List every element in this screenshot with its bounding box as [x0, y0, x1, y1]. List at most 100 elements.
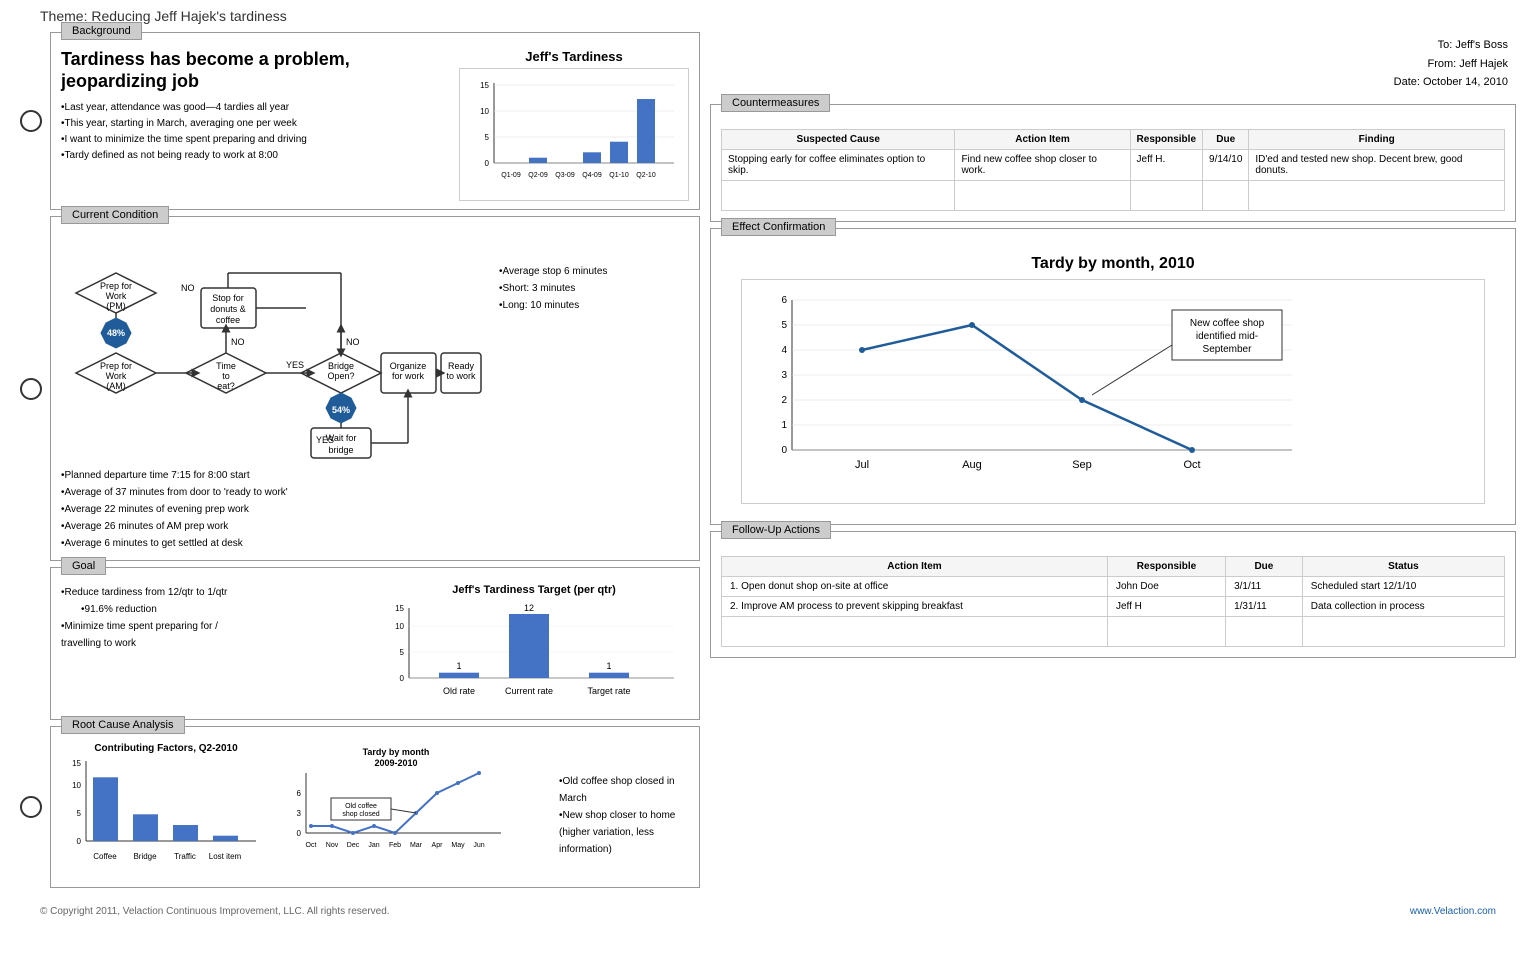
- goal-label: Goal: [61, 557, 106, 575]
- circle-marker-1: [20, 110, 42, 132]
- background-headline: Tardiness has become a problem, jeopardi…: [61, 49, 449, 92]
- svg-text:10: 10: [480, 107, 489, 116]
- svg-text:identified mid-: identified mid-: [1196, 331, 1258, 342]
- footer: © Copyright 2011, Velaction Continuous I…: [0, 898, 1536, 925]
- fu-row-1-responsible: John Doe: [1107, 577, 1225, 597]
- bg-bullet-3: •I want to minimize the time spent prepa…: [61, 132, 449, 148]
- svg-text:Dec: Dec: [347, 842, 360, 849]
- cm-col-responsible: Responsible: [1130, 130, 1202, 150]
- svg-text:Current rate: Current rate: [505, 686, 553, 696]
- svg-text:Oct: Oct: [1183, 459, 1200, 471]
- svg-text:Old rate: Old rate: [443, 686, 475, 696]
- svg-text:0: 0: [297, 829, 302, 838]
- svg-text:54%: 54%: [332, 405, 350, 415]
- svg-text:Stop for: Stop for: [212, 293, 244, 303]
- cm-row-1: Stopping early for coffee eliminates opt…: [722, 150, 1505, 181]
- svg-text:3: 3: [297, 809, 302, 818]
- svg-text:2009-2010: 2009-2010: [374, 758, 417, 768]
- cm-row-1-finding: ID'ed and tested new shop. Decent brew, …: [1249, 150, 1505, 181]
- cm-col-cause: Suspected Cause: [722, 130, 955, 150]
- effect-confirmation-section: Effect Confirmation Tardy by month, 2010…: [710, 228, 1516, 525]
- circle-marker-3: [20, 796, 42, 818]
- fu-col-status: Status: [1302, 557, 1504, 577]
- bg-bullet-1: •Last year, attendance was good—4 tardie…: [61, 100, 449, 116]
- ec-chart-title: Tardy by month, 2010: [741, 255, 1485, 273]
- svg-text:15: 15: [480, 81, 489, 90]
- cc-bottom-3: •Average 22 minutes of evening prep work: [61, 501, 689, 518]
- svg-text:15: 15: [72, 759, 81, 768]
- cm-table: Suspected Cause Action Item Responsible …: [721, 129, 1505, 211]
- svg-text:Prep for: Prep for: [100, 361, 132, 371]
- svg-text:Jan: Jan: [368, 842, 379, 849]
- svg-text:15: 15: [395, 604, 404, 613]
- svg-text:5: 5: [485, 133, 490, 142]
- svg-text:Q4-09: Q4-09: [582, 172, 602, 179]
- svg-text:1: 1: [606, 661, 611, 671]
- svg-text:12: 12: [524, 603, 534, 613]
- followup-section: Follow-Up Actions Action Item Responsibl…: [710, 531, 1516, 658]
- svg-text:48%: 48%: [107, 328, 125, 338]
- svg-text:(PM): (PM): [106, 301, 126, 311]
- svg-text:NO: NO: [231, 337, 245, 347]
- svg-text:Old coffee: Old coffee: [345, 803, 377, 810]
- footer-website[interactable]: www.Velaction.com: [1410, 906, 1496, 917]
- cm-row-1-cause: Stopping early for coffee eliminates opt…: [722, 150, 955, 181]
- goal-bullet-3: •Minimize time spent preparing for /: [61, 618, 369, 635]
- fu-row-1-status: Scheduled start 12/1/10: [1302, 577, 1504, 597]
- goal-bullet-1: •Reduce tardiness from 12/qtr to 1/qtr: [61, 584, 369, 601]
- svg-text:6: 6: [297, 789, 302, 798]
- svg-text:September: September: [1203, 344, 1253, 355]
- fu-row-1: 1. Open donut shop on-site at office Joh…: [722, 577, 1505, 597]
- footer-copyright: © Copyright 2011, Velaction Continuous I…: [40, 906, 390, 917]
- cc-bottom-4: •Average 26 minutes of AM prep work: [61, 518, 689, 535]
- svg-text:Ready: Ready: [448, 361, 475, 371]
- rca-section: Root Cause Analysis Contributing Factors…: [50, 726, 700, 888]
- svg-text:Work: Work: [106, 371, 127, 381]
- bg-bullet-4: •Tardy defined as not being ready to wor…: [61, 148, 449, 164]
- cc-note-1: •Average stop 6 minutes: [499, 263, 689, 280]
- ec-label: Effect Confirmation: [721, 218, 836, 236]
- bg-bullet-2: •This year, starting in March, averaging…: [61, 116, 449, 132]
- memo-date: Date: October 14, 2010: [718, 73, 1508, 92]
- fu-row-empty: [722, 617, 1505, 647]
- rca-note-2: •New shop closer to home (higher variati…: [559, 807, 689, 858]
- svg-text:YES: YES: [286, 360, 304, 370]
- svg-text:Jul: Jul: [855, 459, 869, 471]
- svg-text:Target rate: Target rate: [587, 686, 630, 696]
- fu-row-2-status: Data collection in process: [1302, 597, 1504, 617]
- svg-text:Feb: Feb: [389, 842, 401, 849]
- cm-col-action: Action Item: [955, 130, 1130, 150]
- cc-bottom-2: •Average of 37 minutes from door to 'rea…: [61, 484, 689, 501]
- goal-bullet-4: travelling to work: [61, 635, 369, 652]
- fu-label: Follow-Up Actions: [721, 521, 831, 539]
- memo-to: To: Jeff's Boss: [718, 36, 1508, 55]
- cm-col-due: Due: [1203, 130, 1249, 150]
- svg-text:Bridge: Bridge: [133, 852, 157, 861]
- fu-col-responsible: Responsible: [1107, 557, 1225, 577]
- rca-note-1: •Old coffee shop closed in March: [559, 773, 689, 807]
- svg-text:Work: Work: [106, 291, 127, 301]
- cm-row-1-action: Find new coffee shop closer to work.: [955, 150, 1130, 181]
- cm-row-empty: [722, 181, 1505, 211]
- svg-text:eat?: eat?: [217, 381, 235, 391]
- svg-text:6: 6: [781, 295, 787, 306]
- cm-col-finding: Finding: [1249, 130, 1505, 150]
- fu-row-2-action: 2. Improve AM process to prevent skippin…: [722, 597, 1108, 617]
- svg-text:Oct: Oct: [306, 842, 317, 849]
- svg-text:2: 2: [781, 395, 787, 406]
- cm-label: Countermeasures: [721, 94, 830, 112]
- bg-chart-title: Jeff's Tardiness: [459, 49, 689, 64]
- bg-chart: 0 5 10 15: [459, 68, 689, 201]
- circle-marker-2: [20, 378, 42, 400]
- svg-text:donuts &: donuts &: [210, 304, 246, 314]
- rca-chart-title: Contributing Factors, Q2-2010: [61, 743, 271, 754]
- rca-label: Root Cause Analysis: [61, 716, 185, 734]
- cm-row-1-due: 9/14/10: [1203, 150, 1249, 181]
- svg-text:New coffee shop: New coffee shop: [1190, 318, 1265, 329]
- svg-text:for work: for work: [392, 371, 425, 381]
- page-title: Theme: Reducing Jeff Hajek's tardiness: [0, 0, 1536, 32]
- svg-text:shop closed: shop closed: [342, 811, 379, 818]
- cc-note-2: •Short: 3 minutes: [499, 280, 689, 297]
- goal-bullet-2: •91.6% reduction: [61, 601, 369, 618]
- svg-text:5: 5: [400, 648, 405, 657]
